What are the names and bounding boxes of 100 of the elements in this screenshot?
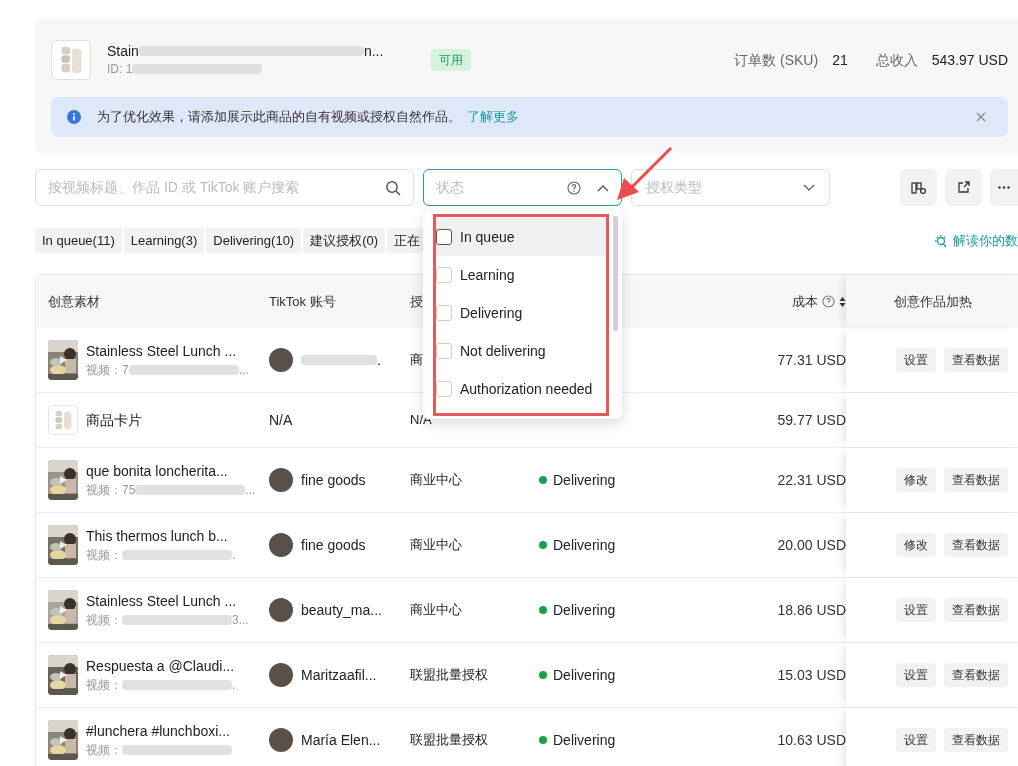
auth-type: 商业中心 xyxy=(410,536,462,555)
checkbox[interactable] xyxy=(436,229,452,245)
dropdown-option[interactable]: Not delivering xyxy=(436,332,606,370)
auth-type: 联盟批量授权 xyxy=(410,731,488,750)
account-name: Maritzaafil... xyxy=(301,665,377,685)
banner-text: 为了优化效果，请添加展示此商品的自有视频或授权自然作品。 xyxy=(97,108,461,127)
stat-label: 订单数 (SKU) xyxy=(734,50,819,70)
cost-value: 15.03 USD xyxy=(776,665,846,685)
play-icon xyxy=(58,355,68,365)
auth-type: 联盟批量授权 xyxy=(410,666,488,685)
sort-icon[interactable] xyxy=(839,295,846,308)
delivery-status: Delivering xyxy=(553,470,616,490)
help-icon xyxy=(822,295,835,308)
action-button[interactable]: 查看数据 xyxy=(944,348,1008,372)
action-button[interactable]: 设置 xyxy=(896,348,936,372)
filter-chip[interactable]: In queue(11) xyxy=(35,228,122,253)
account-name: N/A xyxy=(269,410,293,430)
help-icon xyxy=(567,180,581,195)
play-icon xyxy=(58,540,68,550)
account-name: fine goods xyxy=(301,535,366,555)
action-button[interactable]: 修改 xyxy=(896,468,936,492)
action-button[interactable]: 查看数据 xyxy=(944,728,1008,752)
play-icon xyxy=(58,605,68,615)
play-icon xyxy=(58,735,68,745)
column-header: 授 xyxy=(410,292,423,311)
dropdown-option[interactable]: Delivering xyxy=(436,294,606,332)
action-button[interactable]: 查看数据 xyxy=(944,533,1008,557)
filter-chip[interactable]: 正在 xyxy=(387,228,425,253)
filter-chip[interactable]: Delivering(10) xyxy=(206,228,302,253)
more-icon xyxy=(998,186,1010,189)
info-icon xyxy=(67,110,81,124)
creative-title: Stainless Steel Lunch ... xyxy=(86,592,238,611)
stat-value: 21 xyxy=(832,50,848,70)
creative-title: 商品卡片 xyxy=(86,411,142,430)
column-header: TikTok 账号 xyxy=(269,292,337,311)
delivery-status: Delivering xyxy=(553,730,616,750)
video-id-end: ... xyxy=(245,482,256,499)
creative-title: que bonita loncherita... xyxy=(86,462,229,481)
cost-value: 20.00 USD xyxy=(776,535,846,555)
select-placeholder: 状态 xyxy=(436,178,464,197)
export-icon xyxy=(957,181,970,194)
export-button[interactable] xyxy=(945,169,982,206)
play-icon xyxy=(58,475,68,485)
cost-value: 22.31 USD xyxy=(776,470,846,490)
column-header: 成本 xyxy=(792,292,818,311)
video-id: 视频： xyxy=(86,742,122,759)
search-field[interactable]: 按视频标题、作品 ID 或 TikTok 账户搜索 xyxy=(48,177,385,198)
dropdown-option[interactable]: In queue xyxy=(436,218,606,256)
video-id: 视频： xyxy=(86,547,122,564)
product-id: ID: 1 xyxy=(107,61,133,78)
delivery-status: Delivering xyxy=(553,665,616,685)
stat-label: 总收入 xyxy=(875,50,918,70)
cost-value: 59.77 USD xyxy=(776,410,846,430)
action-button[interactable]: 设置 xyxy=(896,663,936,687)
product-title-end: n... xyxy=(363,42,384,60)
video-id-end: 3... xyxy=(232,612,249,629)
creative-title: Respuesta a @Claudi... xyxy=(86,657,236,676)
auth-type: 商业中心 xyxy=(410,601,462,620)
filter-chip[interactable]: Learning(3) xyxy=(123,228,205,253)
video-id: 视频： xyxy=(86,612,122,629)
action-button[interactable]: 设置 xyxy=(896,598,936,622)
dropdown-option[interactable]: Authorization needed xyxy=(436,370,606,408)
delivery-status: Delivering xyxy=(553,600,616,620)
caret-icon xyxy=(803,183,815,192)
cost-value: 10.63 USD xyxy=(776,730,846,750)
account-name-end: . xyxy=(377,350,381,370)
columns-gear-icon xyxy=(910,180,927,195)
search-bar[interactable]: 按视频标题、作品 ID 或 TikTok 账户搜索 xyxy=(35,169,414,206)
action-button[interactable]: 查看数据 xyxy=(944,663,1008,687)
action-button[interactable]: 设置 xyxy=(896,728,936,752)
auth-type: 商 xyxy=(410,351,423,370)
caret-icon xyxy=(597,183,609,192)
creative-title: #lunchera #lunchboxi... xyxy=(86,722,231,741)
more-button[interactable] xyxy=(990,169,1018,206)
column-header: 创意作品加热 xyxy=(893,292,972,311)
insight-link[interactable]: 解读你的数 xyxy=(953,230,1018,251)
creative-title: This thermos lunch b... xyxy=(86,527,229,546)
play-icon xyxy=(58,670,68,680)
video-id-end: . xyxy=(232,547,236,564)
action-button[interactable]: 查看数据 xyxy=(944,598,1008,622)
cost-value: 77.31 USD xyxy=(776,350,846,370)
filter-chip[interactable]: 建议授权(0) xyxy=(303,228,386,253)
stat-value: 543.97 USD xyxy=(931,50,1008,70)
dropdown-option[interactable]: Learning xyxy=(436,256,606,294)
close-icon[interactable] xyxy=(976,112,986,122)
columns-settings-button[interactable] xyxy=(900,169,937,206)
action-button[interactable]: 查看数据 xyxy=(944,468,1008,492)
lightbulb-icon xyxy=(934,233,948,248)
video-id-end: ... xyxy=(238,362,249,379)
product-title: Stain xyxy=(107,42,139,60)
delivery-status: Delivering xyxy=(553,535,616,555)
column-header: 创意素材 xyxy=(47,292,101,311)
action-button[interactable]: 修改 xyxy=(896,533,936,557)
search-icon[interactable] xyxy=(385,179,401,196)
cost-value: 18.86 USD xyxy=(776,600,846,620)
creative-title: Stainless Steel Lunch ... xyxy=(86,342,238,361)
auth-type: 商业中心 xyxy=(410,471,462,490)
video-id-end: . xyxy=(232,677,236,694)
pointer-arrow xyxy=(614,145,674,203)
video-id: 视频： xyxy=(86,677,122,694)
